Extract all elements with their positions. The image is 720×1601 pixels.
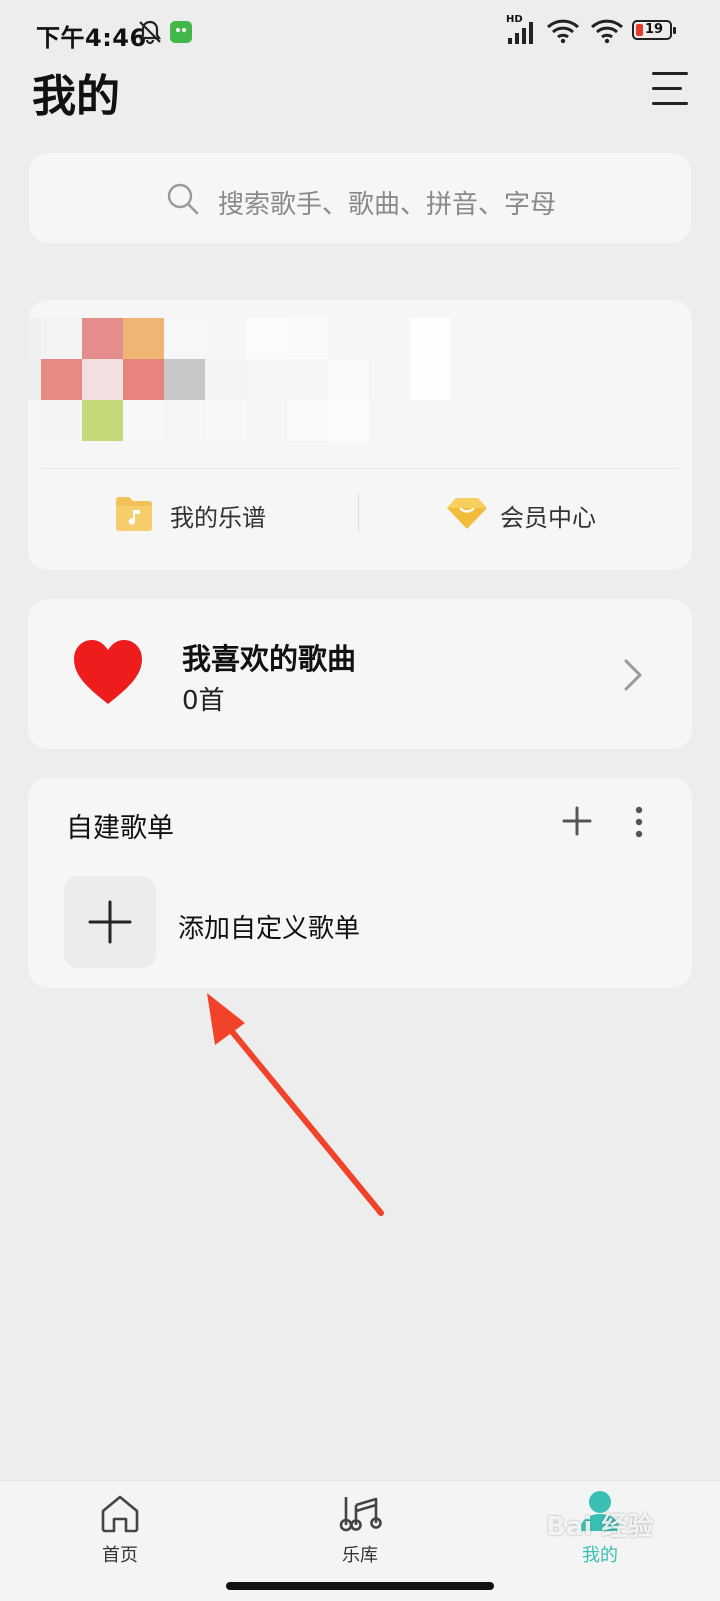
menu-icon[interactable] — [652, 72, 688, 106]
bell-muted-icon — [138, 20, 162, 45]
wifi-secondary-icon — [590, 19, 624, 44]
heart-icon — [74, 640, 142, 704]
battery-icon: 19 — [632, 20, 676, 40]
plus-icon — [88, 900, 132, 944]
nav-label-home: 首页 — [102, 1545, 138, 1566]
watermark: Bai 经验 — [546, 1512, 654, 1542]
battery-level: 19 — [645, 22, 664, 37]
app-notification-icon — [170, 21, 192, 43]
page-title: 我的 — [32, 71, 120, 122]
favorite-songs-title: 我喜欢的歌曲 — [182, 642, 357, 676]
card-divider — [42, 468, 678, 469]
home-indicator[interactable] — [226, 1582, 494, 1590]
annotation-arrow-icon — [207, 993, 384, 1216]
quick-link-label: 我的乐谱 — [170, 504, 266, 532]
chevron-right-icon — [624, 659, 642, 691]
nav-label-mine: 我的 — [582, 1545, 618, 1566]
more-vertical-icon[interactable] — [634, 806, 644, 838]
search-icon — [167, 183, 199, 215]
plus-icon[interactable] — [562, 806, 592, 836]
music-folder-icon — [116, 497, 152, 531]
search-placeholder: 搜索歌手、歌曲、拼音、字母 — [218, 190, 557, 220]
status-time: 下午4:46 — [36, 24, 147, 52]
add-playlist-label[interactable]: 添加自定义歌单 — [178, 908, 360, 945]
favorite-songs-count: 0首 — [182, 686, 225, 716]
gem-icon — [447, 498, 487, 529]
music-notes-icon — [339, 1497, 382, 1532]
nav-label-library: 乐库 — [342, 1545, 378, 1566]
section-title: 自建歌单 — [66, 813, 174, 844]
quick-link-label: 会员中心 — [500, 504, 596, 532]
wifi-icon — [546, 19, 580, 44]
divider — [358, 494, 359, 532]
home-icon — [101, 1495, 139, 1533]
signal-icon — [508, 22, 533, 44]
